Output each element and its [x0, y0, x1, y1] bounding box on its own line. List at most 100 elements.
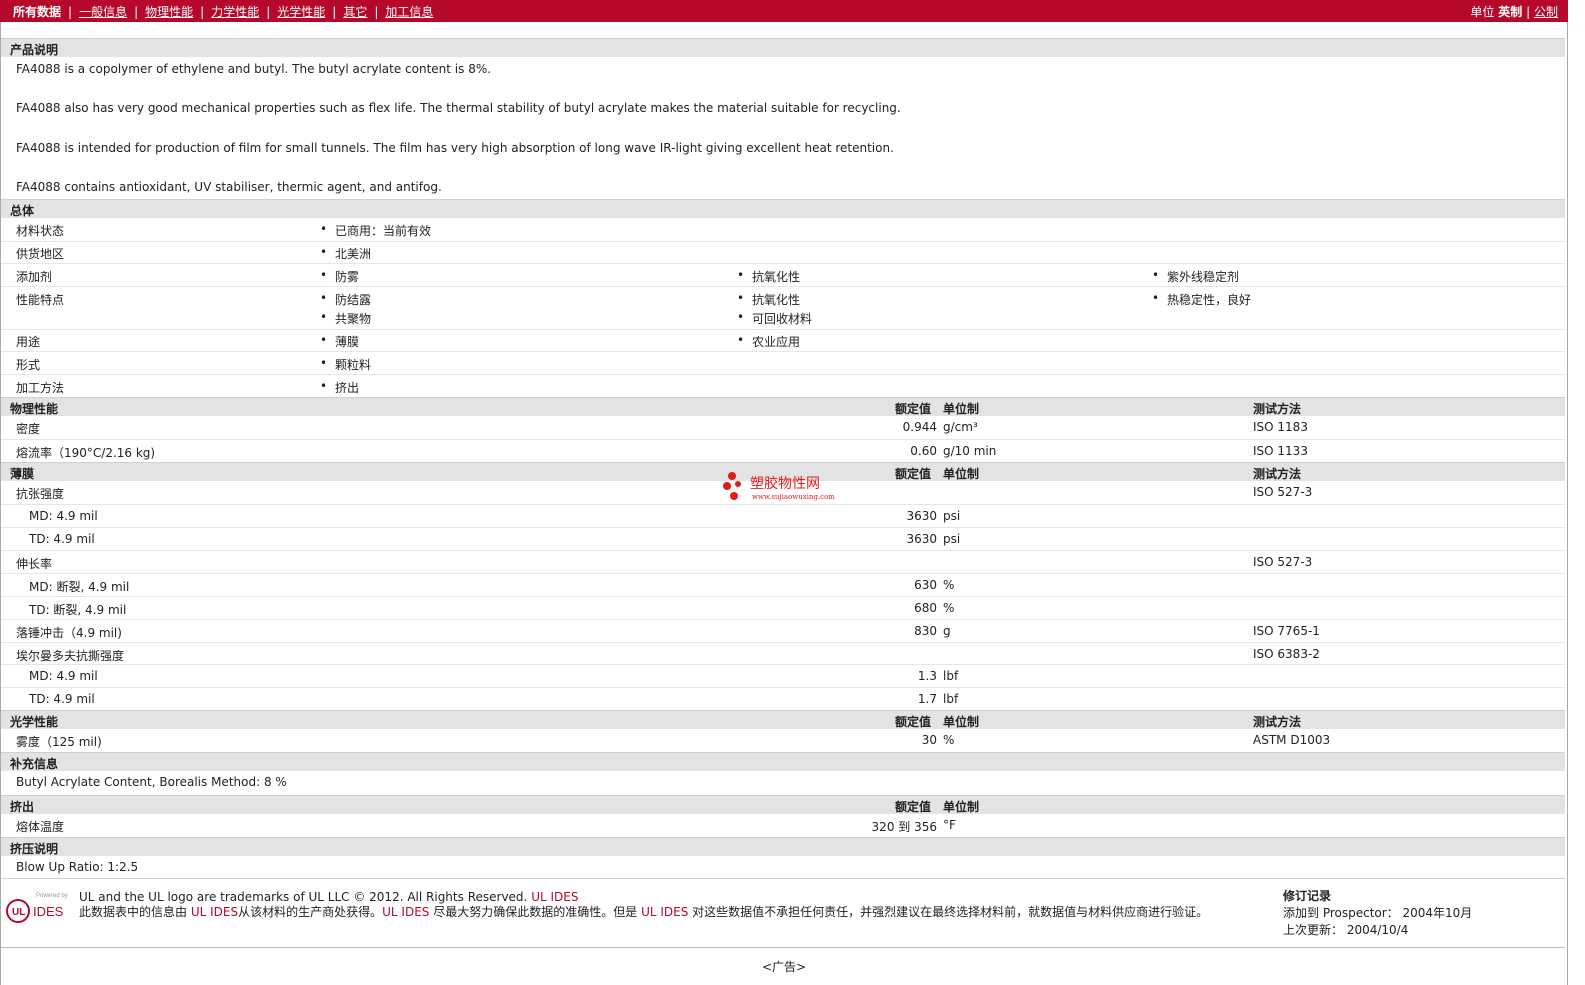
- bullet-item: 抗氧化性: [737, 268, 800, 285]
- row-unit: psi: [943, 509, 961, 523]
- product-desc-line: FA4088 contains antioxidant, UV stabilis…: [16, 180, 442, 194]
- revision-added: 添加到 Prospector： 2004年10月: [1283, 906, 1473, 920]
- watermark-logo: 塑胶物性网 www.sujiaowuxing.com: [723, 472, 835, 501]
- footer-text: 尽最大努力确保此数据的准确性。但是: [433, 905, 638, 919]
- section-title: 总体: [10, 204, 35, 218]
- nav-other[interactable]: 其它: [343, 3, 367, 20]
- row-value: 0.944: [902, 420, 937, 434]
- nav-separator: |: [68, 5, 73, 19]
- section-title: 光学性能: [10, 715, 59, 729]
- bullet-item: 可回收材料: [737, 310, 812, 327]
- row-unit: %: [943, 733, 955, 747]
- nav-mechanical[interactable]: 力学性能: [211, 3, 259, 20]
- row-unit: g/10 min: [943, 444, 997, 458]
- section-title: 产品说明: [10, 43, 59, 57]
- bullet-item: 薄膜: [320, 333, 359, 350]
- row-label: MD: 断裂, 4.9 mil: [29, 580, 130, 594]
- footer-text: 此数据表中的信息由: [79, 905, 188, 919]
- row-tensile-td: TD: 4.9 mil 3630 psi: [1, 528, 1565, 551]
- logo-ul-text: UL: [12, 907, 25, 918]
- bullet-item: 防结露: [320, 291, 371, 308]
- row-haze: 雾度（125 mil) 30 % ASTM D1003: [1, 729, 1565, 751]
- footer-brand: UL IDES: [641, 905, 689, 919]
- row-extrusion-note: Blow Up Ratio: 1:2.5: [1, 856, 1565, 879]
- row-tear: 埃尔曼多夫抗撕强度 ISO 6383-2: [1, 643, 1565, 665]
- row-value: 0.60: [910, 444, 937, 458]
- col-header-nominal: 额定值: [895, 800, 932, 814]
- row-value: 1.7: [917, 692, 937, 706]
- row-label: 性能特点: [16, 293, 65, 307]
- row-label: Blow Up Ratio: 1:2.5: [16, 860, 139, 874]
- section-title: 挤出: [10, 800, 35, 814]
- bullet-item: 热稳定性，良好: [1152, 291, 1251, 308]
- nav-processing[interactable]: 加工信息: [385, 3, 433, 20]
- row-unit: psi: [943, 532, 961, 546]
- col-header-nominal: 额定值: [895, 467, 932, 481]
- bullet-item: 防雾: [320, 268, 359, 285]
- section-title: 薄膜: [10, 467, 35, 481]
- section-header-optical: 光学性能 额定值 单位制 测试方法: [1, 710, 1565, 729]
- row-tensile-md: MD: 4.9 mil 3630 psi: [1, 505, 1565, 528]
- col-header-unit: 单位制: [943, 467, 980, 481]
- row-density: 密度 0.944 g/cm³ ISO 1183: [1, 416, 1565, 440]
- row-test-method: ISO 1183: [1253, 420, 1308, 434]
- row-test-method: ISO 527-3: [1253, 555, 1313, 569]
- nav-separator: |: [134, 5, 139, 19]
- col-header-test: 测试方法: [1253, 467, 1302, 481]
- row-uses: 用途 薄膜 农业应用: [1, 329, 1565, 352]
- section-header-general: 总体: [1, 199, 1565, 218]
- row-label: 材料状态: [16, 224, 65, 238]
- watermark-name: 塑胶物性网: [750, 475, 820, 492]
- ad-placeholder[interactable]: <广告>: [762, 958, 806, 975]
- nav-optical[interactable]: 光学性能: [277, 3, 325, 20]
- row-dart-impact: 落锤冲击（4.9 mil) 830 g ISO 7765-1: [1, 620, 1565, 643]
- row-unit: g/cm³: [943, 420, 978, 434]
- units-imperial[interactable]: 英制: [1498, 5, 1522, 19]
- units-metric[interactable]: 公制: [1534, 5, 1558, 19]
- footer-brand-link[interactable]: UL IDES: [531, 890, 578, 904]
- bullet-item: 抗氧化性: [737, 291, 800, 308]
- col-header-test: 测试方法: [1253, 715, 1302, 729]
- col-header-unit: 单位制: [943, 800, 980, 814]
- section-header-extrusion: 挤出 额定值 单位制: [1, 795, 1565, 814]
- footer-brand: UL IDES: [190, 905, 239, 919]
- row-test-method: ASTM D1003: [1253, 733, 1331, 747]
- footer-divider: [1, 947, 1565, 948]
- footer-trademark: UL and the UL logo are trademarks of UL …: [79, 890, 528, 904]
- revision-updated: 上次更新： 2004/10/4: [1283, 923, 1409, 937]
- section-header-product: 产品说明: [1, 38, 1565, 57]
- col-header-test: 测试方法: [1253, 402, 1302, 416]
- row-value: 630: [914, 578, 937, 592]
- bullet-item: 农业应用: [737, 333, 800, 350]
- row-label: MD: 4.9 mil: [29, 669, 98, 683]
- section-title: 补充信息: [10, 757, 59, 771]
- bullet-item: 紫外线稳定剂: [1152, 268, 1239, 285]
- ul-ides-logo: Powered by UL IDES: [6, 893, 68, 923]
- row-value: 830: [914, 624, 937, 638]
- row-value: 3630: [906, 509, 937, 523]
- row-label: TD: 4.9 mil: [29, 532, 95, 546]
- revision-history: 修订记录 添加到 Prospector： 2004年10月 上次更新： 2004…: [1283, 888, 1472, 939]
- footer-disclaimer: UL and the UL logo are trademarks of UL …: [79, 890, 1269, 920]
- watermark-url: www.sujiaowuxing.com: [752, 493, 835, 501]
- row-supplement: Butyl Acrylate Content, Borealis Method:…: [1, 771, 1565, 794]
- row-label: 抗张强度: [16, 487, 65, 501]
- row-label: 伸长率: [16, 557, 53, 571]
- row-material-status: 材料状态 已商用：当前有效: [1, 218, 1565, 242]
- row-label: MD: 4.9 mil: [29, 509, 98, 523]
- nav-separator: |: [1526, 5, 1531, 19]
- nav-general-info[interactable]: 一般信息: [79, 3, 127, 20]
- row-label: 埃尔曼多夫抗撕强度: [16, 649, 125, 663]
- nav-all-data[interactable]: 所有数据: [13, 3, 61, 20]
- row-value: 1.3: [917, 669, 937, 683]
- nav-physical[interactable]: 物理性能: [145, 3, 193, 20]
- row-unit: °F: [943, 818, 956, 832]
- nav-separator: |: [200, 5, 205, 19]
- row-elongation-md: MD: 断裂, 4.9 mil 630 %: [1, 574, 1565, 597]
- section-title: 挤压说明: [10, 842, 59, 856]
- row-label: 添加剂: [16, 270, 53, 284]
- logo-ides-text: IDES: [33, 904, 64, 919]
- row-value: 30: [921, 733, 937, 747]
- row-value: 680: [914, 601, 937, 615]
- bullet-item: 已商用：当前有效: [320, 222, 431, 239]
